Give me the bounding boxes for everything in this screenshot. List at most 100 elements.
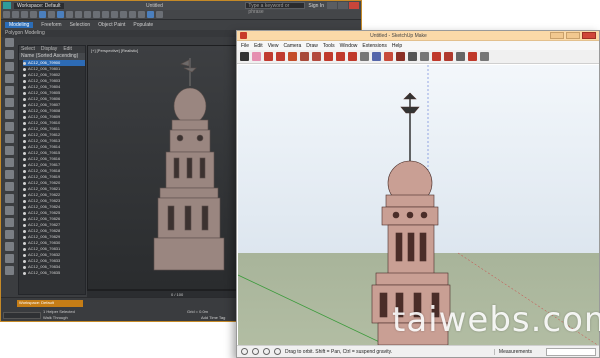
- menu-view[interactable]: View: [268, 43, 279, 49]
- sketchup-minimize-button[interactable]: [550, 32, 564, 39]
- menu-extensions[interactable]: Extensions: [362, 43, 386, 49]
- search-input[interactable]: Type a keyword or phrase: [245, 2, 306, 15]
- render-icon[interactable]: [156, 11, 163, 18]
- zoom-icon[interactable]: [420, 52, 429, 61]
- extension-manager-icon[interactable]: [480, 52, 489, 61]
- scene-tab-select[interactable]: Select: [21, 46, 35, 53]
- visibility-icon[interactable]: [23, 163, 26, 167]
- hide-icon[interactable]: [5, 218, 14, 227]
- visibility-icon[interactable]: [23, 181, 26, 185]
- visibility-icon[interactable]: [23, 229, 26, 233]
- scene-object-row[interactable]: AC12_006_79835: [23, 270, 85, 276]
- visibility-icon[interactable]: [23, 211, 26, 215]
- visibility-icon[interactable]: [23, 115, 26, 119]
- visibility-icon[interactable]: [23, 145, 26, 149]
- motion-icon[interactable]: [5, 74, 14, 83]
- viewport-label[interactable]: [+] [Perspective] [Realistic]: [91, 48, 138, 53]
- offset-icon[interactable]: [312, 52, 321, 61]
- scene-column-header[interactable]: Name (Sorted Ascending): [19, 53, 85, 60]
- material-editor-icon[interactable]: [138, 11, 145, 18]
- visibility-icon[interactable]: [23, 151, 26, 155]
- tape-measure-icon[interactable]: [360, 52, 369, 61]
- line-tool-icon[interactable]: [264, 52, 273, 61]
- visibility-icon[interactable]: [23, 103, 26, 107]
- freeze-icon[interactable]: [5, 206, 14, 215]
- align-icon[interactable]: [111, 11, 118, 18]
- orbit-icon[interactable]: [396, 52, 405, 61]
- scale-tool-icon[interactable]: [348, 52, 357, 61]
- visibility-icon[interactable]: [23, 223, 26, 227]
- utilities-icon[interactable]: [5, 98, 14, 107]
- mirror-icon[interactable]: [102, 11, 109, 18]
- shapes-icon[interactable]: [5, 122, 14, 131]
- sign-in-link[interactable]: Sign In: [308, 3, 324, 9]
- visibility-icon[interactable]: [23, 61, 26, 65]
- sketchup-app-icon[interactable]: [240, 32, 247, 39]
- modify-icon[interactable]: [5, 50, 14, 59]
- text-tool-icon[interactable]: [372, 52, 381, 61]
- workspace-default-badge[interactable]: Workspace: Default: [17, 300, 83, 307]
- close-button[interactable]: [349, 2, 359, 9]
- maximize-button[interactable]: [338, 2, 348, 9]
- visibility-icon[interactable]: [23, 85, 26, 89]
- menu-file[interactable]: File: [241, 43, 249, 49]
- visibility-icon[interactable]: [23, 127, 26, 131]
- shape-tool-icon[interactable]: [288, 52, 297, 61]
- cameras-icon[interactable]: [5, 146, 14, 155]
- visibility-icon[interactable]: [23, 187, 26, 191]
- warehouse-icon[interactable]: [444, 52, 453, 61]
- select-icon[interactable]: [39, 11, 46, 18]
- visibility-icon[interactable]: [23, 139, 26, 143]
- sketchup-close-button[interactable]: [582, 32, 596, 39]
- hierarchy-icon[interactable]: [5, 62, 14, 71]
- tab-selection[interactable]: Selection: [70, 22, 91, 28]
- unlink-icon[interactable]: [30, 11, 37, 18]
- tab-populate[interactable]: Populate: [133, 22, 153, 28]
- select-by-name-icon[interactable]: [48, 11, 55, 18]
- link-icon[interactable]: [21, 11, 28, 18]
- visibility-icon[interactable]: [23, 91, 26, 95]
- max-app-icon[interactable]: [3, 2, 11, 9]
- maxscript-listener[interactable]: [3, 312, 41, 319]
- filter-icon[interactable]: [5, 194, 14, 203]
- visibility-icon[interactable]: [23, 241, 26, 245]
- spacewarps-icon[interactable]: [5, 170, 14, 179]
- rotate-tool-icon[interactable]: [336, 52, 345, 61]
- visibility-icon[interactable]: [23, 205, 26, 209]
- move-tool-icon[interactable]: [324, 52, 333, 61]
- menu-help[interactable]: Help: [392, 43, 402, 49]
- helpers-icon[interactable]: [5, 158, 14, 167]
- scale-icon[interactable]: [75, 11, 82, 18]
- geometry-icon[interactable]: [5, 110, 14, 119]
- menu-window[interactable]: Window: [340, 43, 358, 49]
- user-icon[interactable]: [263, 348, 270, 355]
- systems-icon[interactable]: [5, 182, 14, 191]
- measurements-input[interactable]: [546, 347, 596, 356]
- redo-icon[interactable]: [12, 11, 19, 18]
- visibility-icon[interactable]: [23, 97, 26, 101]
- menu-draw[interactable]: Draw: [306, 43, 318, 49]
- sketchup-maximize-button[interactable]: [566, 32, 580, 39]
- menu-tools[interactable]: Tools: [323, 43, 335, 49]
- curve-editor-icon[interactable]: [129, 11, 136, 18]
- display-icon[interactable]: [5, 86, 14, 95]
- find-icon[interactable]: [5, 242, 14, 251]
- angle-snap-icon[interactable]: [93, 11, 100, 18]
- eraser-icon[interactable]: [252, 52, 261, 61]
- credits-icon[interactable]: [252, 348, 259, 355]
- visibility-icon[interactable]: [23, 217, 26, 221]
- create-icon[interactable]: [5, 38, 14, 47]
- visibility-icon[interactable]: [23, 193, 26, 197]
- minimize-button[interactable]: [327, 2, 337, 9]
- visibility-icon[interactable]: [23, 67, 26, 71]
- pan-icon[interactable]: [408, 52, 417, 61]
- arc-tool-icon[interactable]: [276, 52, 285, 61]
- layout-icon[interactable]: [468, 52, 477, 61]
- scene-tab-edit[interactable]: Edit: [63, 46, 72, 53]
- tab-modeling[interactable]: Modeling: [5, 22, 34, 28]
- visibility-icon[interactable]: [23, 169, 26, 173]
- rotate-icon[interactable]: [66, 11, 73, 18]
- render-setup-icon[interactable]: [147, 11, 154, 18]
- paint-bucket-icon[interactable]: [384, 52, 393, 61]
- visibility-icon[interactable]: [23, 157, 26, 161]
